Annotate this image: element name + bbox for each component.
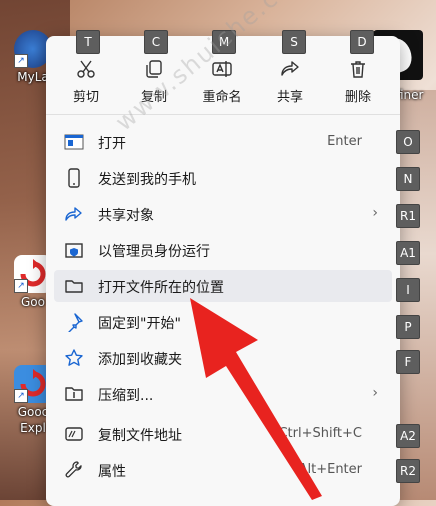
arrow-icon bbox=[190, 298, 322, 500]
red-arrow-annotation bbox=[190, 298, 322, 500]
